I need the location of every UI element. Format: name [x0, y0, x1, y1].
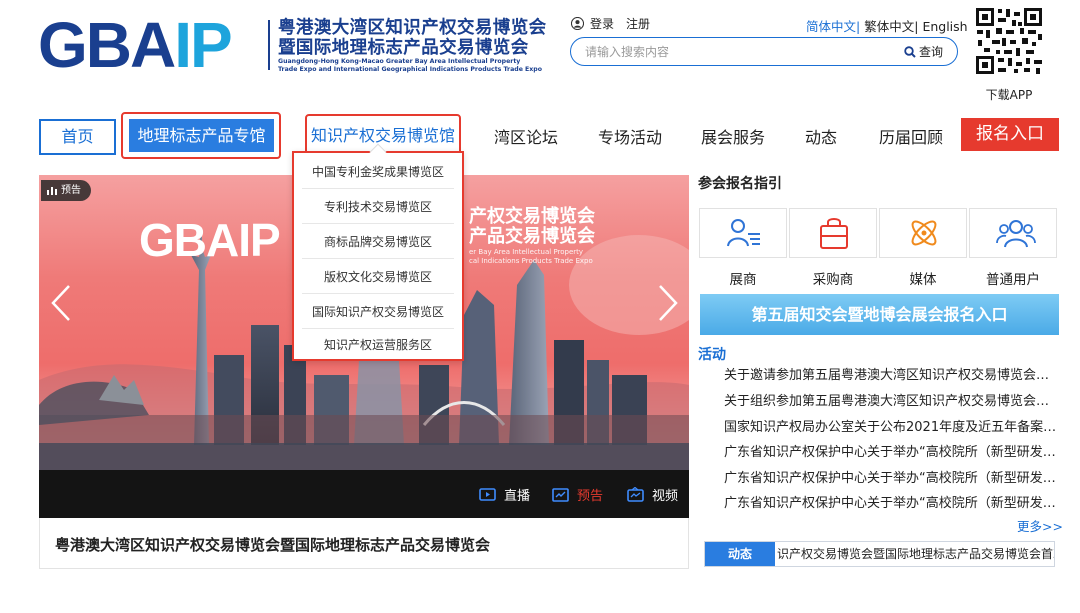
lang-simplified[interactable]: 简体中文: [806, 19, 856, 34]
nav-forum[interactable]: 湾区论坛: [494, 124, 558, 148]
search-icon: [904, 45, 916, 58]
role-exhibitor-label[interactable]: 展商: [699, 268, 787, 288]
lang-english[interactable]: English: [922, 19, 967, 34]
search-button-label: 查询: [918, 45, 943, 59]
dropdown-item-patent-gold[interactable]: 中国专利金奖成果博览区: [302, 155, 454, 189]
login-link[interactable]: 登录: [590, 15, 614, 32]
title-en-line2: Trade Expo and International Geographica…: [278, 65, 542, 73]
nav-apply-button[interactable]: 报名入口: [961, 118, 1059, 151]
logo-main: GBA: [38, 9, 176, 81]
activity-item[interactable]: 国家知识产权局办公室关于公布2021年度及近五年备案的通知: [724, 416, 1059, 435]
lang-separator: |: [914, 19, 919, 34]
preview-badge: 预告: [41, 180, 91, 201]
nav-events[interactable]: 专场活动: [598, 124, 662, 148]
activity-item[interactable]: 关于组织参加第五届粤港澳大湾区知识产权交易博览会暨国际地理标志产品交易博览会的通…: [724, 390, 1059, 409]
app-qr-code: [974, 6, 1044, 76]
carousel-next-icon[interactable]: [656, 283, 680, 323]
role-general-user-label[interactable]: 普通用户: [969, 268, 1057, 288]
banner-title-line2: 产品交易博览会: [469, 226, 595, 247]
qr-label: 下载APP: [985, 88, 1033, 102]
news-ticker: 动态 识产权交易博览会暨国际地理标志产品交易博览会首次: [704, 541, 1055, 567]
page: GBAIP 粤港澳大湾区知识产权交易博览会 暨国际地理标志产品交易博览会 Gua…: [0, 0, 1080, 613]
activity-item[interactable]: 关于邀请参加第五届粤港澳大湾区知识产权交易博览会暨国际地理标志产品交易博览会的通…: [724, 364, 1059, 383]
logo-accent: IP: [174, 9, 232, 81]
dropdown-item-trademark[interactable]: 商标品牌交易博览区: [302, 225, 454, 259]
expo-title: 粤港澳大湾区知识产权交易博览会 暨国际地理标志产品交易博览会 Guangdong…: [278, 18, 553, 73]
ticker-label: 动态: [705, 542, 775, 566]
activity-item[interactable]: 广东省知识产权保护中心关于举办“高校院所（新型研发机构）”专场活动的通知: [724, 467, 1059, 486]
nav-geo-pavilion[interactable]: 地理标志产品专馆: [129, 119, 274, 152]
role-general-user[interactable]: [969, 208, 1057, 258]
exhibition-register-banner[interactable]: 第五届知交会暨地博会展会报名入口: [700, 294, 1059, 335]
activities-more-link[interactable]: 更多>>: [1017, 516, 1063, 535]
preview-badge-label: 预告: [61, 185, 81, 196]
nav-home[interactable]: 首页: [39, 119, 116, 155]
role-media-label[interactable]: 媒体: [879, 268, 967, 288]
activity-item[interactable]: 广东省知识产权保护中心关于举办“高校院所（新型研发机构）”专场活动的通知: [724, 492, 1059, 511]
preview-tab-label: 预告: [577, 489, 604, 504]
media-icon: [911, 220, 937, 246]
preview-tab[interactable]: 预告: [552, 485, 603, 504]
video-tab-label: 视频: [652, 489, 679, 504]
banner-subtitle: er Bay Area Intellectual Property cal In…: [469, 248, 593, 266]
bar-chart-icon: [47, 187, 57, 195]
lang-separator: |: [856, 19, 861, 34]
banner-caption[interactable]: 粤港澳大湾区知识产权交易博览会暨国际地理标志产品交易博览会: [39, 518, 689, 569]
activity-item[interactable]: 广东省知识产权保护中心关于举办“高校院所（新型研发机构）”专场活动的通知: [724, 441, 1059, 460]
banner-logo: GBAIP: [139, 213, 281, 267]
live-tab-label: 直播: [504, 489, 531, 504]
user-icon: [571, 17, 584, 30]
live-tv-icon: [479, 488, 496, 501]
calendar-icon: [552, 488, 569, 502]
search-box: 查询: [570, 37, 958, 66]
exhibitor-icon: [727, 219, 760, 247]
search-button[interactable]: 查询: [904, 43, 943, 60]
live-tab[interactable]: 直播: [479, 485, 530, 504]
dropdown-item-copyright[interactable]: 版权文化交易博览区: [302, 260, 454, 294]
language-switcher: 简体中文| 繁体中文| English: [806, 16, 968, 35]
banner-title-line1: 产权交易博览会: [469, 206, 595, 227]
users-icon: [996, 220, 1036, 248]
account-links: 登录 注册: [571, 15, 650, 32]
buyer-icon: [820, 218, 848, 249]
role-buyer[interactable]: [789, 208, 877, 258]
role-exhibitor[interactable]: [699, 208, 787, 258]
register-link[interactable]: 注册: [626, 15, 650, 32]
ticker-text[interactable]: 识产权交易博览会暨国际地理标志产品交易博览会首次: [777, 542, 1054, 566]
role-buyer-label[interactable]: 采购商: [789, 268, 877, 288]
nav-geo-highlight: 地理标志产品专馆: [121, 112, 281, 159]
registration-guide-title: 参会报名指引: [698, 176, 782, 192]
lang-traditional[interactable]: 繁体中文: [864, 19, 914, 34]
title-en-line1: Guangdong-Hong Kong-Macao Greater Bay Ar…: [278, 58, 521, 65]
banner-logo-main: GBA: [139, 214, 239, 266]
search-input[interactable]: [585, 43, 885, 61]
media-bar: 直播 预告 视频: [39, 470, 689, 518]
nav-services[interactable]: 展会服务: [701, 124, 765, 148]
carousel-prev-icon[interactable]: [49, 283, 73, 323]
activities-title: 活动: [698, 347, 726, 363]
site-logo[interactable]: GBAIP: [38, 13, 260, 77]
banner-logo-accent: IP: [238, 214, 280, 266]
nav-ip-pavilion[interactable]: 知识产权交易博览馆: [309, 122, 457, 150]
video-tab[interactable]: 视频: [627, 485, 678, 504]
title-cn-line1: 粤港澳大湾区知识产权交易博览会: [278, 18, 547, 38]
role-media[interactable]: [879, 208, 967, 258]
banner-sub-line1: er Bay Area Intellectual Property: [469, 248, 584, 256]
banner-sub-line2: cal Indications Products Trade Expo: [469, 257, 593, 265]
dropdown-item-patent-tech[interactable]: 专利技术交易博览区: [302, 190, 454, 224]
dropdown-item-operation[interactable]: 知识产权运营服务区: [302, 328, 454, 362]
title-cn-line2: 暨国际地理标志产品交易博览会: [278, 38, 529, 58]
video-icon: [627, 487, 644, 502]
dropdown-item-international[interactable]: 国际知识产权交易博览区: [302, 295, 454, 329]
nav-news[interactable]: 动态: [805, 124, 837, 148]
banner-title: 产权交易博览会 产品交易博览会: [469, 207, 595, 247]
nav-history[interactable]: 历届回顾: [879, 124, 943, 148]
logo-divider: [268, 20, 270, 70]
ip-pavilion-dropdown: 中国专利金奖成果博览区 专利技术交易博览区 商标品牌交易博览区 版权文化交易博览…: [292, 143, 464, 362]
